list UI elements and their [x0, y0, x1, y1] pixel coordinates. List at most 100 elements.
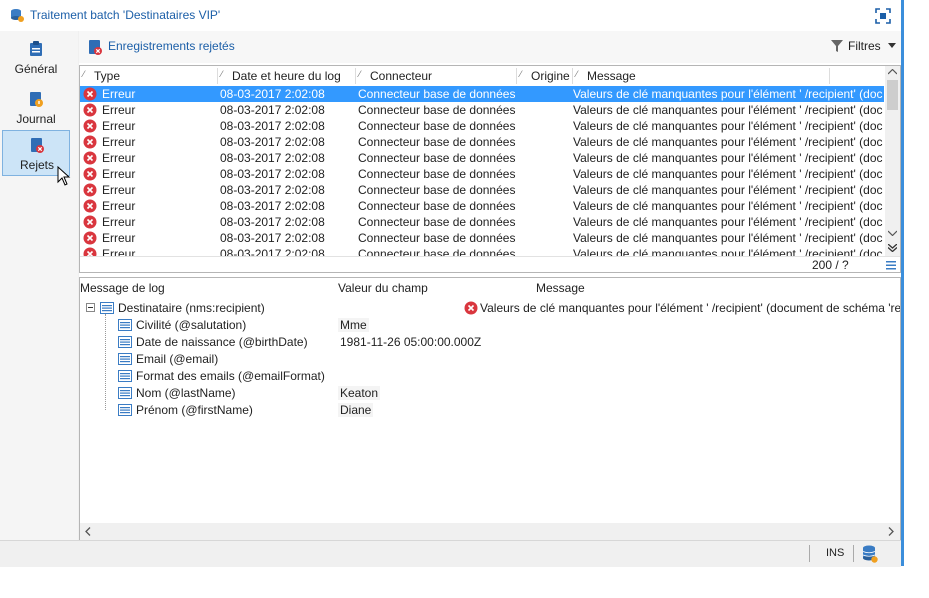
cell-type: Erreur — [102, 247, 136, 256]
column-separator[interactable] — [355, 68, 356, 84]
collapse-icon[interactable] — [86, 303, 95, 312]
table-row[interactable]: Erreur 08-03-2017 2:02:08 Connecteur bas… — [80, 150, 884, 166]
cell-date: 08-03-2017 2:02:08 — [220, 247, 325, 256]
rejects-icon — [31, 138, 44, 153]
title-bar: Traitement batch 'Destinataires VIP' — [0, 0, 901, 31]
error-icon — [83, 231, 97, 245]
field-value: Keaton — [338, 386, 381, 400]
maximize-icon[interactable] — [874, 7, 892, 25]
mouse-cursor-icon — [57, 166, 71, 186]
sidebar-item-general[interactable]: Général — [2, 35, 70, 81]
column-header-message[interactable]: Message — [587, 69, 636, 83]
tree-node-recipient[interactable]: Destinataire (nms:recipient) — [86, 300, 336, 317]
column-header-date[interactable]: Date et heure du log — [232, 69, 341, 83]
column-header-connector[interactable]: Connecteur — [370, 69, 432, 83]
sidebar-item-journal[interactable]: Journal — [2, 85, 70, 131]
field-value: Diane — [338, 403, 374, 417]
table-header: ⁄ Type ⁄ Date et heure du log ⁄ Connecte… — [80, 66, 884, 87]
cell-connector: Connecteur base de données — [358, 215, 516, 229]
tree-node-field[interactable]: Email (@email) — [118, 351, 328, 368]
cell-connector: Connecteur base de données — [358, 87, 516, 101]
cell-connector: Connecteur base de données — [358, 151, 516, 165]
sort-icon: ⁄ — [359, 69, 361, 79]
cell-message: Valeurs de clé manquantes pour l'élément… — [573, 231, 883, 245]
cell-date: 08-03-2017 2:02:08 — [220, 103, 325, 117]
rejects-table: ⁄ Type ⁄ Date et heure du log ⁄ Connecte… — [79, 65, 901, 273]
cell-type: Erreur — [102, 119, 136, 133]
rejects-toolbar: Enregistrements rejetés Filtres — [79, 31, 901, 63]
cell-date: 08-03-2017 2:02:08 — [220, 183, 325, 197]
rejects-icon — [89, 40, 102, 55]
scroll-to-end-icon[interactable] — [888, 244, 897, 252]
column-separator[interactable] — [516, 68, 517, 84]
column-separator[interactable] — [572, 68, 573, 84]
table-row[interactable]: Erreur 08-03-2017 2:02:08 Connecteur bas… — [80, 118, 884, 134]
table-row[interactable]: Erreur 08-03-2017 2:02:08 Connecteur bas… — [80, 134, 884, 150]
sidebar-item-label: Journal — [16, 112, 56, 126]
table-row[interactable]: Erreur 08-03-2017 2:02:08 Connecteur bas… — [80, 214, 884, 230]
sidebar-item-label: Général — [14, 62, 58, 76]
cell-type: Erreur — [102, 135, 136, 149]
tree-node-field[interactable]: Format des emails (@emailFormat) — [118, 368, 358, 385]
table-row[interactable]: Erreur 08-03-2017 2:02:08 Connecteur bas… — [80, 230, 884, 246]
cell-connector: Connecteur base de données — [358, 247, 516, 256]
scroll-left-icon[interactable] — [85, 527, 91, 536]
database-status-icon[interactable] — [862, 545, 878, 563]
filters-label: Filtres — [848, 39, 881, 53]
column-header-field-value[interactable]: Valeur du champ — [338, 281, 428, 295]
column-separator[interactable] — [829, 68, 830, 84]
tree-node-field[interactable]: Prénom (@firstName) — [118, 402, 328, 419]
tree-node-field[interactable]: Nom (@lastName) — [118, 385, 328, 402]
scroll-right-icon[interactable] — [888, 527, 894, 536]
cell-date: 08-03-2017 2:02:08 — [220, 231, 325, 245]
error-icon — [83, 87, 97, 101]
table-row[interactable]: Erreur 08-03-2017 2:02:08 Connecteur bas… — [80, 246, 884, 256]
column-header-type[interactable]: Type — [94, 69, 120, 83]
cell-message: Valeurs de clé manquantes pour l'élément… — [573, 247, 883, 256]
table-row[interactable]: Erreur 08-03-2017 2:02:08 Connecteur bas… — [80, 182, 884, 198]
status-separator — [809, 545, 810, 562]
column-header-log-message[interactable]: Message de log — [80, 281, 165, 295]
tree-node-field[interactable]: Civilité (@salutation) — [118, 317, 328, 334]
error-icon — [83, 199, 97, 213]
list-options-icon[interactable] — [886, 260, 896, 270]
record-count: 200 / ? — [812, 258, 849, 272]
scrollbar-thumb[interactable] — [887, 80, 898, 110]
cell-type: Erreur — [102, 87, 136, 101]
field-icon — [118, 319, 132, 331]
cell-date: 08-03-2017 2:02:08 — [220, 87, 325, 101]
journal-icon — [30, 92, 43, 107]
scroll-down-icon[interactable] — [888, 230, 897, 236]
table-row[interactable]: Erreur 08-03-2017 2:02:08 Connecteur bas… — [80, 102, 884, 118]
cell-type: Erreur — [102, 231, 136, 245]
field-label: Email (@email) — [136, 352, 219, 366]
column-header-message[interactable]: Message — [536, 281, 585, 295]
cell-message: Valeurs de clé manquantes pour l'élément… — [573, 87, 883, 101]
error-icon — [83, 151, 97, 165]
error-icon — [83, 183, 97, 197]
error-icon — [83, 167, 97, 181]
field-label: Civilité (@salutation) — [136, 318, 247, 332]
cell-type: Erreur — [102, 183, 136, 197]
sort-icon: ⁄ — [83, 69, 85, 79]
cell-message: Valeurs de clé manquantes pour l'élément… — [573, 135, 883, 149]
scroll-up-icon[interactable] — [888, 69, 897, 75]
column-header-origin[interactable]: Origine — [531, 69, 570, 83]
table-row[interactable]: Erreur 08-03-2017 2:02:08 Connecteur bas… — [80, 198, 884, 214]
column-separator[interactable] — [217, 68, 218, 84]
table-row[interactable]: Erreur 08-03-2017 2:02:08 Connecteur bas… — [80, 86, 884, 102]
horizontal-scrollbar[interactable] — [80, 523, 900, 540]
batch-process-icon — [11, 9, 24, 22]
field-icon — [118, 353, 132, 365]
tree-node-field[interactable]: Date de naissance (@birthDate) — [118, 334, 328, 351]
sort-icon: ⁄ — [520, 69, 522, 79]
cell-message: Valeurs de clé manquantes pour l'élément… — [573, 119, 883, 133]
field-label: Format des emails (@emailFormat) — [136, 369, 325, 383]
cell-date: 08-03-2017 2:02:08 — [220, 199, 325, 213]
sort-icon: ⁄ — [576, 69, 578, 79]
vertical-scrollbar[interactable] — [885, 66, 900, 256]
table-row[interactable]: Erreur 08-03-2017 2:02:08 Connecteur bas… — [80, 166, 884, 182]
error-message-text: Valeurs de clé manquantes pour l'élément… — [480, 301, 901, 315]
cell-date: 08-03-2017 2:02:08 — [220, 167, 325, 181]
cell-message: Valeurs de clé manquantes pour l'élément… — [573, 151, 883, 165]
